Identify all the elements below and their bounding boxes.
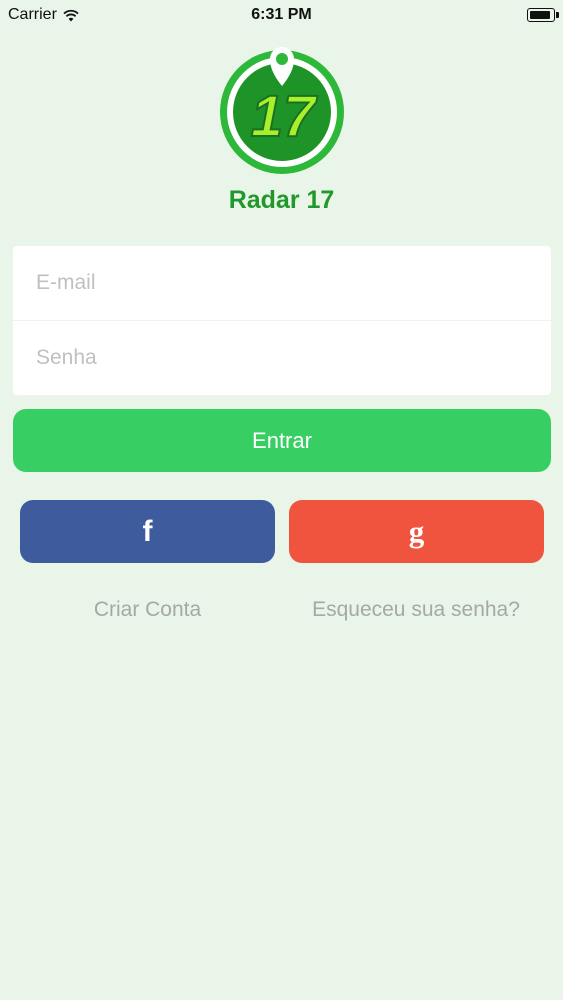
login-button[interactable]: Entrar <box>13 409 551 472</box>
status-time: 6:31 PM <box>251 6 312 23</box>
google-login-button[interactable]: g <box>289 500 544 563</box>
forgot-password-link[interactable]: Esqueceu sua senha? <box>300 593 532 627</box>
status-bar: Carrier 6:31 PM <box>0 0 563 32</box>
app-title: Radar 17 <box>228 186 335 214</box>
password-field[interactable]: Senha <box>13 320 551 395</box>
create-account-link[interactable]: Criar Conta <box>20 593 275 627</box>
facebook-icon: f <box>142 514 153 548</box>
email-field[interactable]: E-mail <box>13 246 551 320</box>
password-placeholder: Senha <box>36 346 97 369</box>
battery-icon <box>527 8 559 22</box>
facebook-login-button[interactable]: f <box>20 500 275 563</box>
logo-number: 17 <box>251 84 318 149</box>
login-button-label: Entrar <box>252 427 312 453</box>
google-icon: g <box>408 514 425 549</box>
app-logo: 17 <box>220 47 344 174</box>
login-form: E-mail Senha <box>13 246 551 395</box>
email-placeholder: E-mail <box>36 271 96 294</box>
